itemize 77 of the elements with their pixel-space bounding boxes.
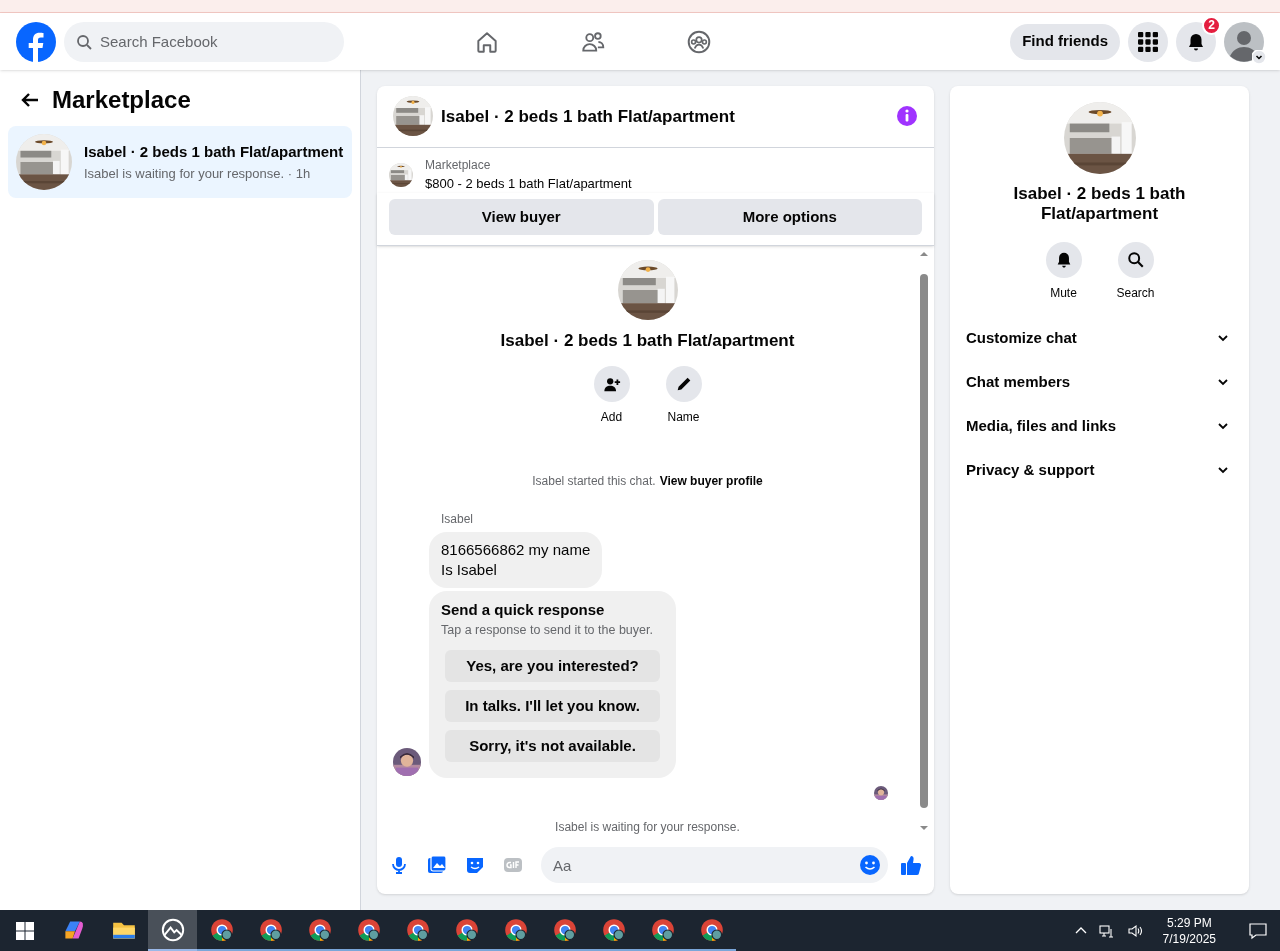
chat-name: Isabel · 2 beds 1 bath Flat/apartment (500, 330, 795, 353)
conversation-item[interactable]: Isabel · 2 beds 1 bath Flat/apartment Isabel is waiting for your response. · 1h (8, 126, 352, 198)
action-label: Search (1116, 285, 1155, 302)
thumbs-up-icon[interactable] (900, 854, 922, 877)
find-friends-button[interactable]: Find friends (1010, 23, 1120, 60)
emoji-icon[interactable] (859, 854, 881, 877)
image-icon[interactable] (427, 855, 447, 876)
bell-icon (1186, 31, 1206, 52)
action-button[interactable]: More options (657, 199, 922, 236)
mountain-icon (160, 917, 185, 942)
browser-icon (405, 917, 430, 942)
facebook-logo[interactable] (16, 21, 56, 62)
card-title: Send a quick response (441, 599, 606, 620)
quick-reply-button[interactable]: Sorry, it's not available. (445, 730, 660, 763)
clock-date[interactable]: 7/19/2025 (1162, 930, 1216, 947)
chevron-down-icon (1217, 464, 1229, 476)
section-header[interactable]: Customize chat (966, 316, 1233, 360)
info-icon[interactable] (896, 105, 918, 128)
page-title: Marketplace (52, 85, 191, 115)
chat-name: Isabel · 2 beds 1 bath Flat/apartment (1012, 184, 1187, 224)
sender-name: Isabel (441, 510, 475, 528)
notification-icon[interactable] (1248, 920, 1268, 941)
status-message: Isabel is waiting for your response. (554, 819, 741, 837)
section-header[interactable]: Chat members (966, 360, 1233, 404)
search-icon (1126, 251, 1145, 269)
taskbar-app[interactable] (148, 910, 197, 951)
message-input[interactable]: Aa (541, 847, 888, 884)
browser-icon (552, 917, 577, 942)
buyer-profile-link[interactable]: View buyer profile (659, 471, 763, 490)
browser-icon (258, 917, 283, 942)
add-button[interactable] (593, 365, 630, 402)
quick-reply-button[interactable]: Yes, are you interested? (445, 650, 660, 683)
section-header[interactable]: Privacy & support (966, 448, 1233, 492)
search-field[interactable]: Search Facebook (64, 21, 344, 62)
chat-title: Isabel · 2 beds 1 bath Flat/apartment (441, 105, 735, 128)
card-subtitle: Tap a response to send it to the buyer. (441, 622, 654, 640)
notification-badge: 2 (1202, 15, 1221, 35)
browser-icon (356, 917, 381, 942)
scroll-down-icon[interactable] (920, 824, 928, 833)
windows-icon[interactable] (16, 921, 34, 940)
chevron-down-icon (1217, 420, 1229, 432)
browser-icon (454, 917, 479, 942)
network-icon[interactable] (1098, 922, 1115, 939)
search-button[interactable] (1117, 242, 1154, 278)
section-header[interactable]: Media, files and links (966, 404, 1233, 448)
browser-icon (601, 917, 626, 942)
listing-label: Marketplace (425, 156, 492, 174)
browser-icon (503, 917, 528, 942)
browser-icon (699, 917, 724, 942)
action-label: Mute (1050, 285, 1077, 302)
chevron-down-icon (1217, 332, 1229, 344)
system-message: Isabel started this chat. (532, 472, 656, 490)
message-bubble: 8166566862 my name Is Isabel (429, 531, 603, 588)
menu-button[interactable] (1128, 21, 1168, 62)
avatar-icon[interactable] (1224, 21, 1264, 62)
microphone-icon[interactable] (389, 855, 409, 876)
clock-time[interactable]: 5:29 PM (1166, 914, 1212, 931)
speaker-icon[interactable] (1126, 922, 1143, 939)
listing-title: $800 - 2 beds 1 bath Flat/apartment (425, 174, 632, 193)
scroll-up-icon[interactable] (920, 250, 928, 259)
conversation-preview: Isabel is waiting for your response. · 1h (84, 164, 312, 183)
browser-icon (650, 917, 675, 942)
mute-button[interactable] (1045, 242, 1082, 278)
action-label: Add (600, 408, 623, 426)
grid-icon (1138, 31, 1158, 52)
conversation-title: Isabel · 2 beds 1 bath Flat/apartment (84, 142, 344, 162)
browser-icon (307, 917, 332, 942)
action-button[interactable]: View buyer (389, 199, 654, 236)
quick-reply-button[interactable]: In talks. I'll let you know. (445, 690, 660, 723)
chevron-down-icon[interactable] (1252, 49, 1266, 64)
browser-icon (209, 917, 234, 942)
name-button[interactable] (665, 365, 702, 402)
sticker-icon[interactable] (465, 855, 485, 876)
search-icon (76, 33, 92, 50)
group-icon[interactable] (686, 28, 712, 55)
action-label: Name (667, 408, 700, 426)
chevron-down-icon (1217, 376, 1229, 388)
